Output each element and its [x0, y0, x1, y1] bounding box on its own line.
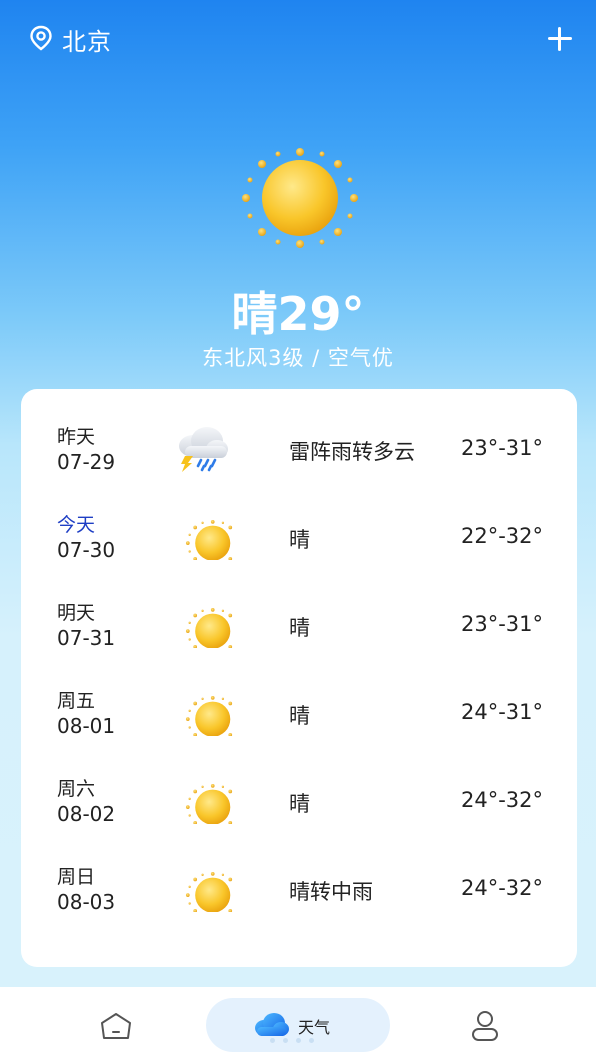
location-pin-icon[interactable]	[28, 25, 54, 51]
condition-text: 晴转中雨	[289, 880, 373, 904]
temperature-range: 23°-31°	[460, 436, 543, 460]
temperature-range: 24°-32°	[460, 788, 543, 812]
forecast-row[interactable]: 昨天 07-29 雷阵雨转多云 23°-31°	[21, 422, 577, 510]
forecast-row[interactable]: 周六 08-02 晴 24°-32°	[21, 774, 577, 862]
page-indicator	[270, 1038, 326, 1046]
header: 北京	[0, 0, 596, 76]
date-label: 08-01	[57, 714, 116, 738]
date-label: 07-29	[57, 450, 116, 474]
tab-weather-label: 天气	[298, 1018, 331, 1037]
add-city-button[interactable]	[545, 24, 575, 54]
sun-icon	[173, 776, 233, 824]
temperature-range: 24°-31°	[460, 700, 543, 724]
forecast-card: 昨天 07-29 雷阵雨转多云 23°-31° 今天 07-30 晴 22°-3…	[21, 389, 577, 967]
forecast-row[interactable]: 周日 08-03 晴转中雨 24°-32°	[21, 862, 577, 950]
temperature-range: 23°-31°	[460, 612, 543, 636]
day-label: 周五	[57, 690, 96, 712]
bottom-tab-bar: 天气	[0, 987, 596, 1060]
cloud-icon	[255, 1013, 289, 1036]
condition-text: 晴	[289, 528, 310, 552]
current-temperature: 晴29°	[231, 287, 365, 341]
date-label: 08-02	[57, 802, 116, 826]
temperature-range: 24°-32°	[460, 876, 543, 900]
condition-text: 晴	[289, 792, 310, 816]
day-label: 周六	[57, 778, 96, 800]
thunder-rain-icon	[179, 427, 228, 472]
home-icon[interactable]	[96, 1011, 136, 1041]
sun-icon	[173, 864, 233, 912]
sun-icon	[173, 512, 233, 560]
day-label: 昨天	[57, 426, 96, 448]
condition-text: 晴	[289, 616, 310, 640]
sun-icon	[173, 600, 233, 648]
condition-text: 晴	[289, 704, 310, 728]
date-label: 08-03	[57, 890, 116, 914]
date-label: 07-30	[57, 538, 116, 562]
user-icon[interactable]	[468, 1009, 502, 1043]
date-label: 07-31	[57, 626, 116, 650]
temperature-range: 22°-32°	[460, 524, 543, 548]
forecast-row[interactable]: 今天 07-30 晴 22°-32°	[21, 510, 577, 598]
forecast-row[interactable]: 周五 08-01 晴 24°-31°	[21, 686, 577, 774]
city-name[interactable]: 北京	[62, 22, 112, 57]
sun-icon	[238, 146, 362, 250]
condition-text: 雷阵雨转多云	[289, 440, 415, 464]
day-label: 明天	[57, 602, 96, 624]
day-label: 周日	[57, 866, 96, 888]
forecast-row[interactable]: 明天 07-31 晴 23°-31°	[21, 598, 577, 686]
day-label: 今天	[57, 514, 96, 536]
wind-air-quality: 东北风3级 / 空气优	[202, 346, 394, 370]
sun-icon	[173, 688, 233, 736]
